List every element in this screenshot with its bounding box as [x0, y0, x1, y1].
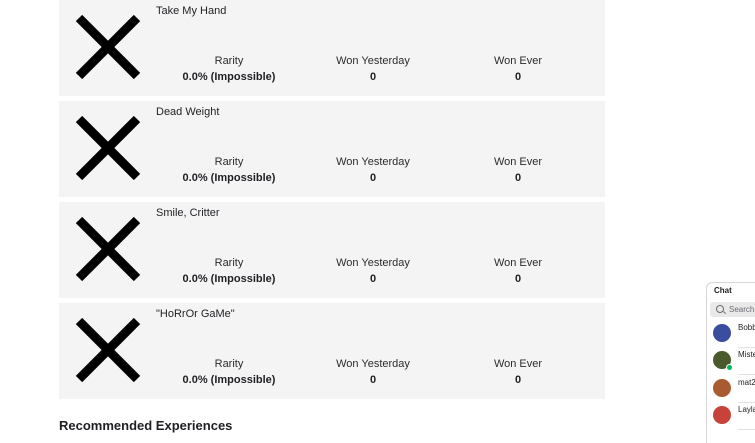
chat-friend-item[interactable]: MisterPlay: [707, 348, 755, 375]
badge-name[interactable]: Take My Hand: [156, 5, 226, 17]
chat-search-input[interactable]: Search for friends: [710, 302, 755, 317]
badges-list: Take My Hand Rarity 0.0% (Impossible) Wo…: [59, 0, 605, 404]
online-status-icon: [726, 364, 733, 371]
rarity-value: 0.0% (Impossible): [182, 273, 276, 285]
avatar: [713, 406, 731, 424]
won-ever-label: Won Ever: [493, 55, 543, 67]
won-ever-stat: Won Ever 0: [448, 156, 588, 184]
divider: [738, 374, 755, 375]
won-yesterday-value: 0: [369, 273, 377, 285]
rarity-label: Rarity: [214, 358, 244, 370]
won-ever-value: 0: [514, 71, 522, 83]
won-ever-stat: Won Ever 0: [448, 257, 588, 285]
won-yesterday-label: Won Yesterday: [336, 55, 410, 67]
won-ever-label: Won Ever: [493, 257, 543, 269]
won-ever-stat: Won Ever 0: [448, 358, 588, 386]
rarity-stat: Rarity 0.0% (Impossible): [159, 55, 299, 83]
x-mark-icon: [75, 115, 141, 181]
won-ever-label: Won Ever: [493, 358, 543, 370]
won-ever-stat: Won Ever 0: [448, 55, 588, 83]
chat-friend-item[interactable]: Layla: [707, 403, 755, 430]
friend-name: BobbyJoeBoy2: [738, 323, 755, 332]
badge-name[interactable]: Smile, Critter: [156, 207, 220, 219]
x-mark-icon: [75, 317, 141, 383]
won-yesterday-label: Won Yesterday: [336, 358, 410, 370]
x-mark-icon: [75, 14, 141, 80]
friend-name: Layla: [738, 405, 755, 414]
recommended-experiences-heading: Recommended Experiences: [59, 418, 233, 433]
rarity-stat: Rarity 0.0% (Impossible): [159, 358, 299, 386]
chat-title[interactable]: Chat: [714, 286, 732, 295]
won-ever-value: 0: [514, 172, 522, 184]
badge-name[interactable]: "HoRrOr GaMe": [156, 308, 235, 320]
badge-name[interactable]: Dead Weight: [156, 106, 219, 118]
rarity-value: 0.0% (Impossible): [182, 172, 276, 184]
badge-card[interactable]: Take My Hand Rarity 0.0% (Impossible) Wo…: [59, 0, 605, 96]
rarity-value: 0.0% (Impossible): [182, 71, 276, 83]
won-yesterday-stat: Won Yesterday 0: [303, 55, 443, 83]
won-yesterday-value: 0: [369, 374, 377, 386]
won-yesterday-value: 0: [369, 172, 377, 184]
chat-friend-item[interactable]: mat24: [707, 376, 755, 403]
chat-panel[interactable]: Chat Search for friends BobbyJoeBoy2 Mis…: [706, 282, 755, 443]
rarity-label: Rarity: [214, 156, 244, 168]
won-yesterday-stat: Won Yesterday 0: [303, 358, 443, 386]
chat-search-placeholder: Search for friends: [729, 305, 755, 314]
won-ever-label: Won Ever: [493, 156, 543, 168]
rarity-label: Rarity: [214, 55, 244, 67]
rarity-label: Rarity: [214, 257, 244, 269]
avatar: [713, 379, 731, 397]
won-yesterday-stat: Won Yesterday 0: [303, 257, 443, 285]
badge-card[interactable]: Dead Weight Rarity 0.0% (Impossible) Won…: [59, 101, 605, 197]
won-yesterday-label: Won Yesterday: [336, 156, 410, 168]
won-yesterday-value: 0: [369, 71, 377, 83]
search-icon: [716, 305, 724, 313]
won-yesterday-label: Won Yesterday: [336, 257, 410, 269]
x-mark-icon: [75, 216, 141, 282]
won-ever-value: 0: [514, 374, 522, 386]
rarity-stat: Rarity 0.0% (Impossible): [159, 257, 299, 285]
divider: [738, 429, 755, 430]
avatar: [713, 324, 731, 342]
chat-friend-item[interactable]: BobbyJoeBoy2: [707, 321, 755, 348]
friend-name: mat24: [738, 378, 755, 387]
rarity-stat: Rarity 0.0% (Impossible): [159, 156, 299, 184]
won-yesterday-stat: Won Yesterday 0: [303, 156, 443, 184]
badge-card[interactable]: "HoRrOr GaMe" Rarity 0.0% (Impossible) W…: [59, 303, 605, 399]
won-ever-value: 0: [514, 273, 522, 285]
friend-name: MisterPlay: [738, 350, 755, 359]
rarity-value: 0.0% (Impossible): [182, 374, 276, 386]
badge-card[interactable]: Smile, Critter Rarity 0.0% (Impossible) …: [59, 202, 605, 298]
